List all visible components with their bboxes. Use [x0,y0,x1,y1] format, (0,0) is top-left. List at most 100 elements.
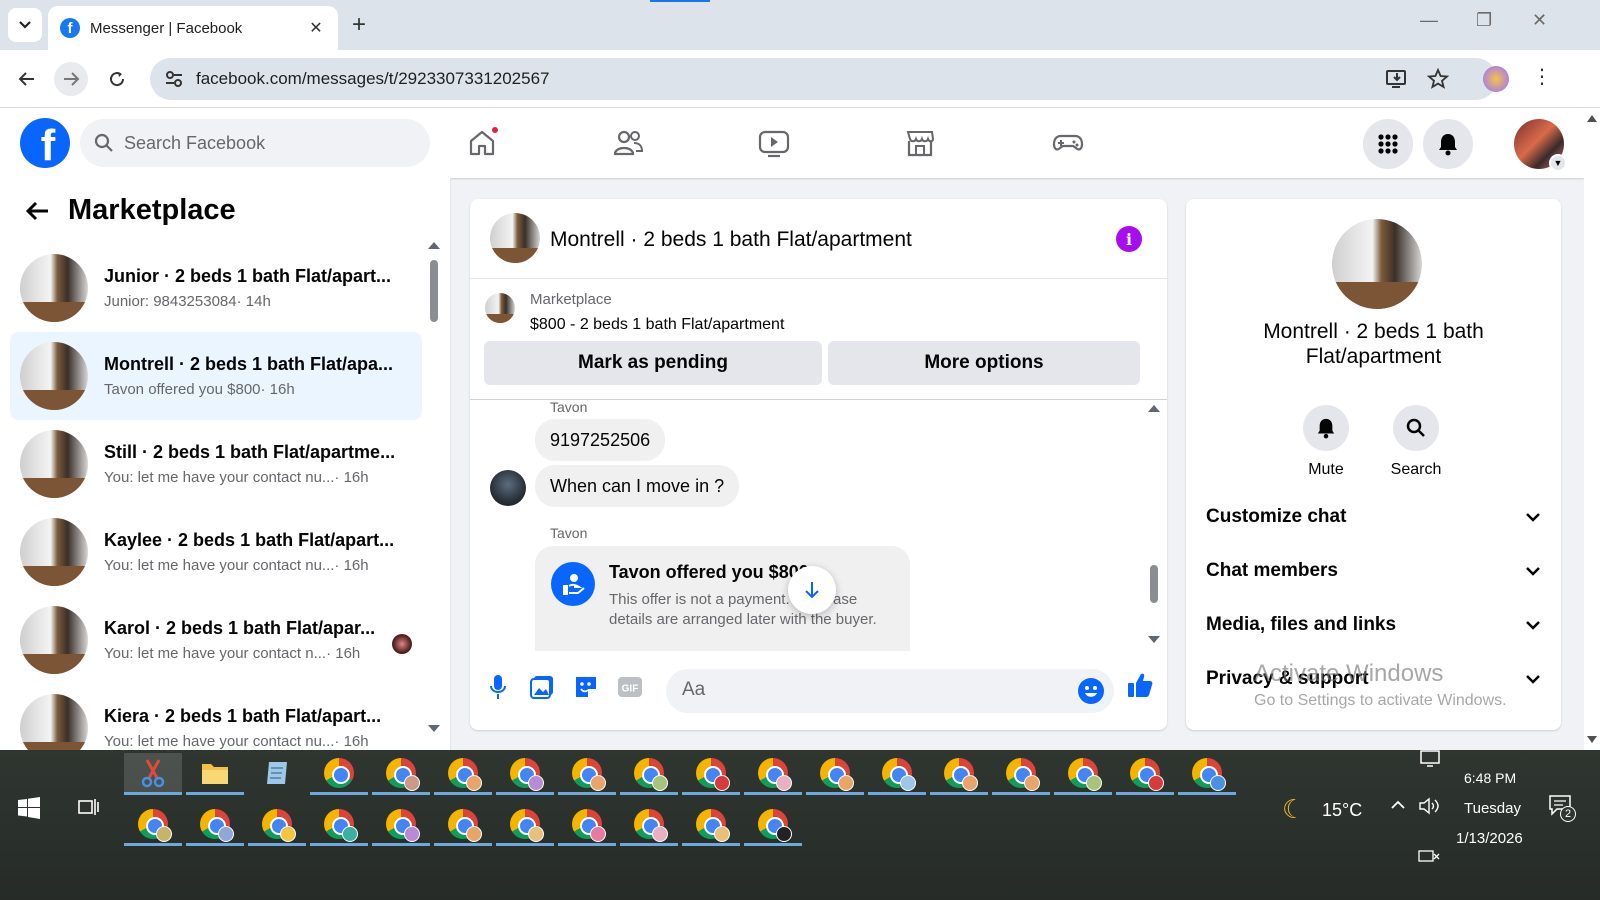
new-tab-button[interactable]: + [352,12,366,38]
menu-button[interactable] [1363,119,1413,169]
restore-icon[interactable]: ❐ [1476,10,1492,31]
close-tab-icon[interactable]: ✕ [306,18,326,38]
sticker-button[interactable] [572,673,600,701]
more-options-button[interactable]: More options [828,341,1140,385]
message-bubble[interactable]: When can I move in ? [535,465,740,507]
start-button[interactable] [18,797,40,824]
taskbar-app-notepad[interactable] [248,753,306,795]
scroll-down-icon[interactable] [1148,636,1160,643]
scroll-down-icon[interactable] [1587,736,1597,744]
message-input[interactable] [682,679,1062,701]
like-button[interactable] [1126,671,1154,699]
taskbar-app-chrome-profile[interactable] [930,753,988,795]
video-nav-button[interactable] [756,125,792,161]
scroll-up-icon[interactable] [428,242,440,249]
taskbar-app-chrome-profile[interactable] [682,753,740,795]
taskbar-app-chrome-profile[interactable] [558,804,616,846]
taskbar-app-chrome-profile[interactable] [558,753,616,795]
mute-button[interactable]: Mute [1286,405,1366,479]
scrollbar-thumb[interactable] [1150,565,1158,603]
taskbar-app-chrome-profile[interactable] [744,804,802,846]
back-button[interactable] [10,62,44,96]
emoji-icon[interactable] [1078,678,1104,704]
network-icon[interactable] [1418,848,1440,869]
conversation-item-kiera[interactable]: Kiera · 2 beds 1 bath Flat/apart... You:… [10,684,422,750]
sidebar-scrollbar[interactable] [428,242,440,732]
site-settings-icon[interactable] [164,69,184,89]
install-app-icon[interactable] [1386,69,1408,89]
notifications-button[interactable] [1423,119,1473,169]
volume-icon[interactable] [1418,796,1442,821]
gaming-nav-button[interactable] [1050,125,1086,161]
address-bar[interactable]: facebook.com/messages/t/2923307331202567 [150,58,1497,100]
clock-day[interactable]: Tuesday [1464,800,1521,817]
notifications-center-button[interactable]: 2 [1548,794,1576,822]
chat-avatar[interactable] [490,213,540,263]
moon-weather-icon[interactable]: ☾ [1282,794,1305,825]
privacy-support-section[interactable]: Privacy & support [1206,659,1541,699]
taskbar-app-chrome-profile[interactable] [434,804,492,846]
account-avatar[interactable]: ▼ [1514,119,1567,172]
listing-price-title[interactable]: $800 - 2 beds 1 bath Flat/apartment [530,316,784,334]
profile-avatar-icon[interactable] [1483,66,1509,92]
taskbar-app-chrome-profile[interactable] [1116,753,1174,795]
taskbar-app-chrome-profile[interactable] [372,753,430,795]
minimize-icon[interactable]: — [1420,10,1438,31]
taskbar-app-chrome[interactable] [310,753,368,795]
scrollbar-thumb[interactable] [430,260,438,322]
listing-thumbnail[interactable] [485,293,515,323]
facebook-search[interactable] [80,119,430,167]
taskbar-app-chrome-profile[interactable] [186,804,244,846]
taskbar-app-chrome-profile[interactable] [310,804,368,846]
voice-clip-button[interactable] [484,673,512,701]
tray-display-icon[interactable] [1420,750,1440,773]
taskbar-app-snipping[interactable] [124,753,182,795]
taskbar-app-chrome-profile[interactable] [248,804,306,846]
browser-tab-messenger[interactable]: f Messenger | Facebook ✕ [48,6,338,50]
taskbar-app-chrome-profile[interactable] [1054,753,1112,795]
attach-photo-button[interactable] [528,673,556,701]
friends-nav-button[interactable] [610,125,646,161]
star-bookmark-icon[interactable] [1427,68,1449,90]
message-input-box[interactable] [666,669,1114,713]
search-in-chat-button[interactable]: Search [1376,405,1456,479]
close-window-icon[interactable]: ✕ [1532,10,1547,31]
message-bubble[interactable]: 9197252506 [535,419,666,461]
conversation-item-montrell[interactable]: Montrell · 2 beds 1 bath Flat/apa... Tav… [10,332,422,420]
taskbar-app-chrome-profile[interactable] [496,753,554,795]
taskbar-app-chrome-profile[interactable] [496,804,554,846]
gif-button[interactable]: GIF [616,673,644,701]
clock-date[interactable]: 1/13/2026 [1456,830,1523,847]
conversation-item-junior[interactable]: Junior · 2 beds 1 bath Flat/apart... Jun… [10,244,422,332]
marketplace-nav-button[interactable] [902,125,938,161]
taskbar-app-chrome-profile[interactable] [1178,753,1236,795]
tray-chevron-up-icon[interactable] [1390,798,1406,816]
taskbar-app-chrome-profile[interactable] [992,753,1050,795]
chat-title[interactable]: Montrell · 2 beds 1 bath Flat/apartment [550,228,912,252]
scroll-up-icon[interactable] [1587,114,1597,122]
info-icon[interactable]: i [1116,226,1142,252]
scroll-down-icon[interactable] [428,725,440,732]
taskbar-app-chrome-profile[interactable] [682,804,740,846]
chat-scrollbar[interactable] [1148,405,1160,643]
conversation-item-still[interactable]: Still · 2 beds 1 bath Flat/apartme... Yo… [10,420,422,508]
taskbar-app-chrome-profile[interactable] [620,753,678,795]
browser-menu-icon[interactable]: ⋮ [1532,64,1552,89]
taskbar-app-chrome-profile[interactable] [620,804,678,846]
taskbar-app-chrome-profile[interactable] [868,753,926,795]
listing-profile-image[interactable] [1332,219,1422,309]
back-arrow-icon[interactable] [24,199,50,223]
taskbar-app-chrome-profile[interactable] [124,804,182,846]
reload-button[interactable] [100,62,134,96]
sender-avatar[interactable] [490,470,526,506]
taskbar-app-chrome-profile[interactable] [372,804,430,846]
weather-temp[interactable]: 15°C [1322,800,1362,821]
conversation-item-kaylee[interactable]: Kaylee · 2 beds 1 bath Flat/apart... You… [10,508,422,596]
facebook-search-input[interactable] [124,132,394,154]
scroll-to-bottom-button[interactable] [788,566,836,614]
clock-time[interactable]: 6:48 PM [1464,770,1516,786]
taskbar-app-chrome-profile[interactable] [806,753,864,795]
taskbar-app-chrome-profile[interactable] [744,753,802,795]
taskbar-app-file-explorer[interactable] [186,753,244,795]
task-view-button[interactable] [78,797,100,822]
